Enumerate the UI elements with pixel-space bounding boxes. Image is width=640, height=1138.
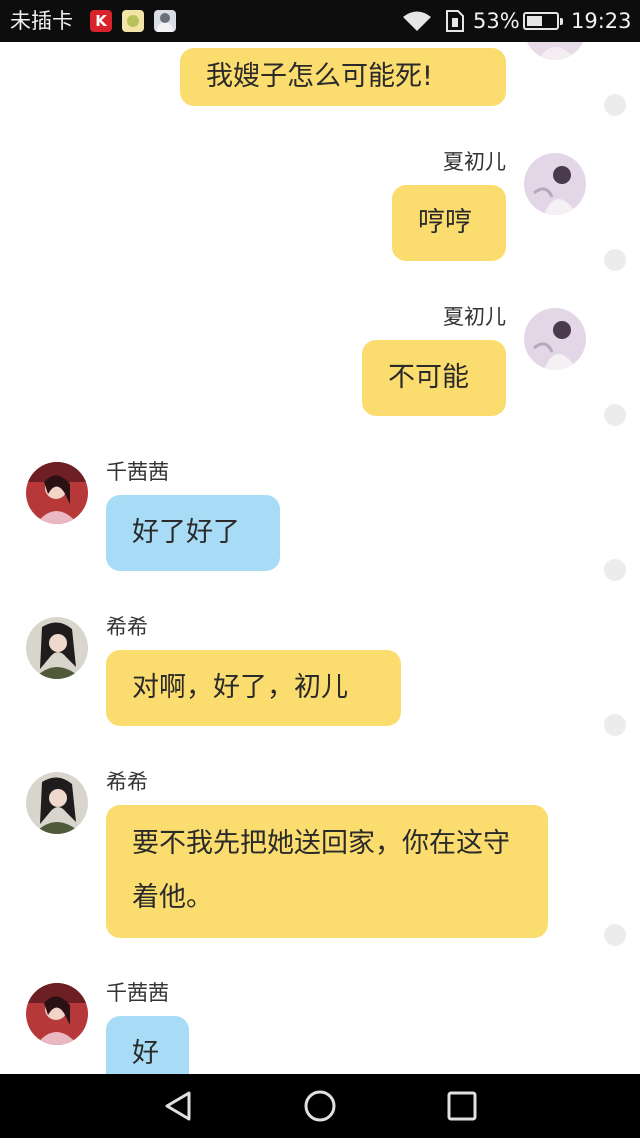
message-bubble[interactable]: 我嫂子怎么可能死!	[180, 48, 506, 106]
avatar[interactable]	[524, 153, 586, 215]
back-icon[interactable]	[159, 1088, 195, 1124]
sender-name: 千茜茜	[106, 460, 169, 484]
navigation-bar	[0, 1074, 640, 1138]
read-indicator	[604, 404, 626, 426]
chat-message-list[interactable]: 我嫂子怎么可能死! 夏初儿 哼哼 夏初儿 不可能 千茜茜 好了好了 希希 对啊，…	[0, 42, 640, 1074]
battery-percent: 53%	[473, 9, 520, 33]
battery-icon	[523, 12, 563, 30]
avatar[interactable]	[26, 462, 88, 524]
avatar[interactable]	[524, 308, 586, 370]
photo-app-icon	[154, 10, 176, 32]
k-app-icon: K	[90, 10, 112, 32]
carrier-label: 未插卡	[10, 9, 73, 33]
sender-name: 千茜茜	[106, 981, 169, 1005]
message-bubble[interactable]: 哼哼	[392, 185, 506, 261]
read-indicator	[604, 924, 626, 946]
avatar[interactable]	[26, 617, 88, 679]
message-bubble[interactable]: 好	[106, 1016, 189, 1074]
read-indicator	[604, 94, 626, 116]
wifi-icon	[403, 11, 431, 31]
recents-icon[interactable]	[444, 1088, 480, 1124]
sender-name: 希希	[106, 770, 148, 794]
message-bubble[interactable]: 要不我先把她送回家，你在这守着他。	[106, 805, 548, 938]
no-sim-icon	[446, 10, 464, 32]
sender-name: 希希	[106, 615, 148, 639]
message-bubble[interactable]: 好了好了	[106, 495, 280, 571]
message-bubble[interactable]: 不可能	[362, 340, 506, 416]
avatar[interactable]	[524, 42, 586, 60]
message-bubble[interactable]: 对啊，好了，初儿	[106, 650, 401, 726]
home-icon[interactable]	[302, 1088, 338, 1124]
sender-name: 夏初儿	[443, 150, 506, 174]
read-indicator	[604, 714, 626, 736]
sender-name: 夏初儿	[443, 305, 506, 329]
read-indicator	[604, 559, 626, 581]
status-bar: 未插卡 K 53% 19:23	[0, 0, 640, 42]
battery-level-fill	[527, 16, 542, 26]
clock: 19:23	[571, 9, 632, 33]
read-indicator	[604, 249, 626, 271]
avatar[interactable]	[26, 983, 88, 1045]
chat-app-icon	[122, 10, 144, 32]
avatar[interactable]	[26, 772, 88, 834]
